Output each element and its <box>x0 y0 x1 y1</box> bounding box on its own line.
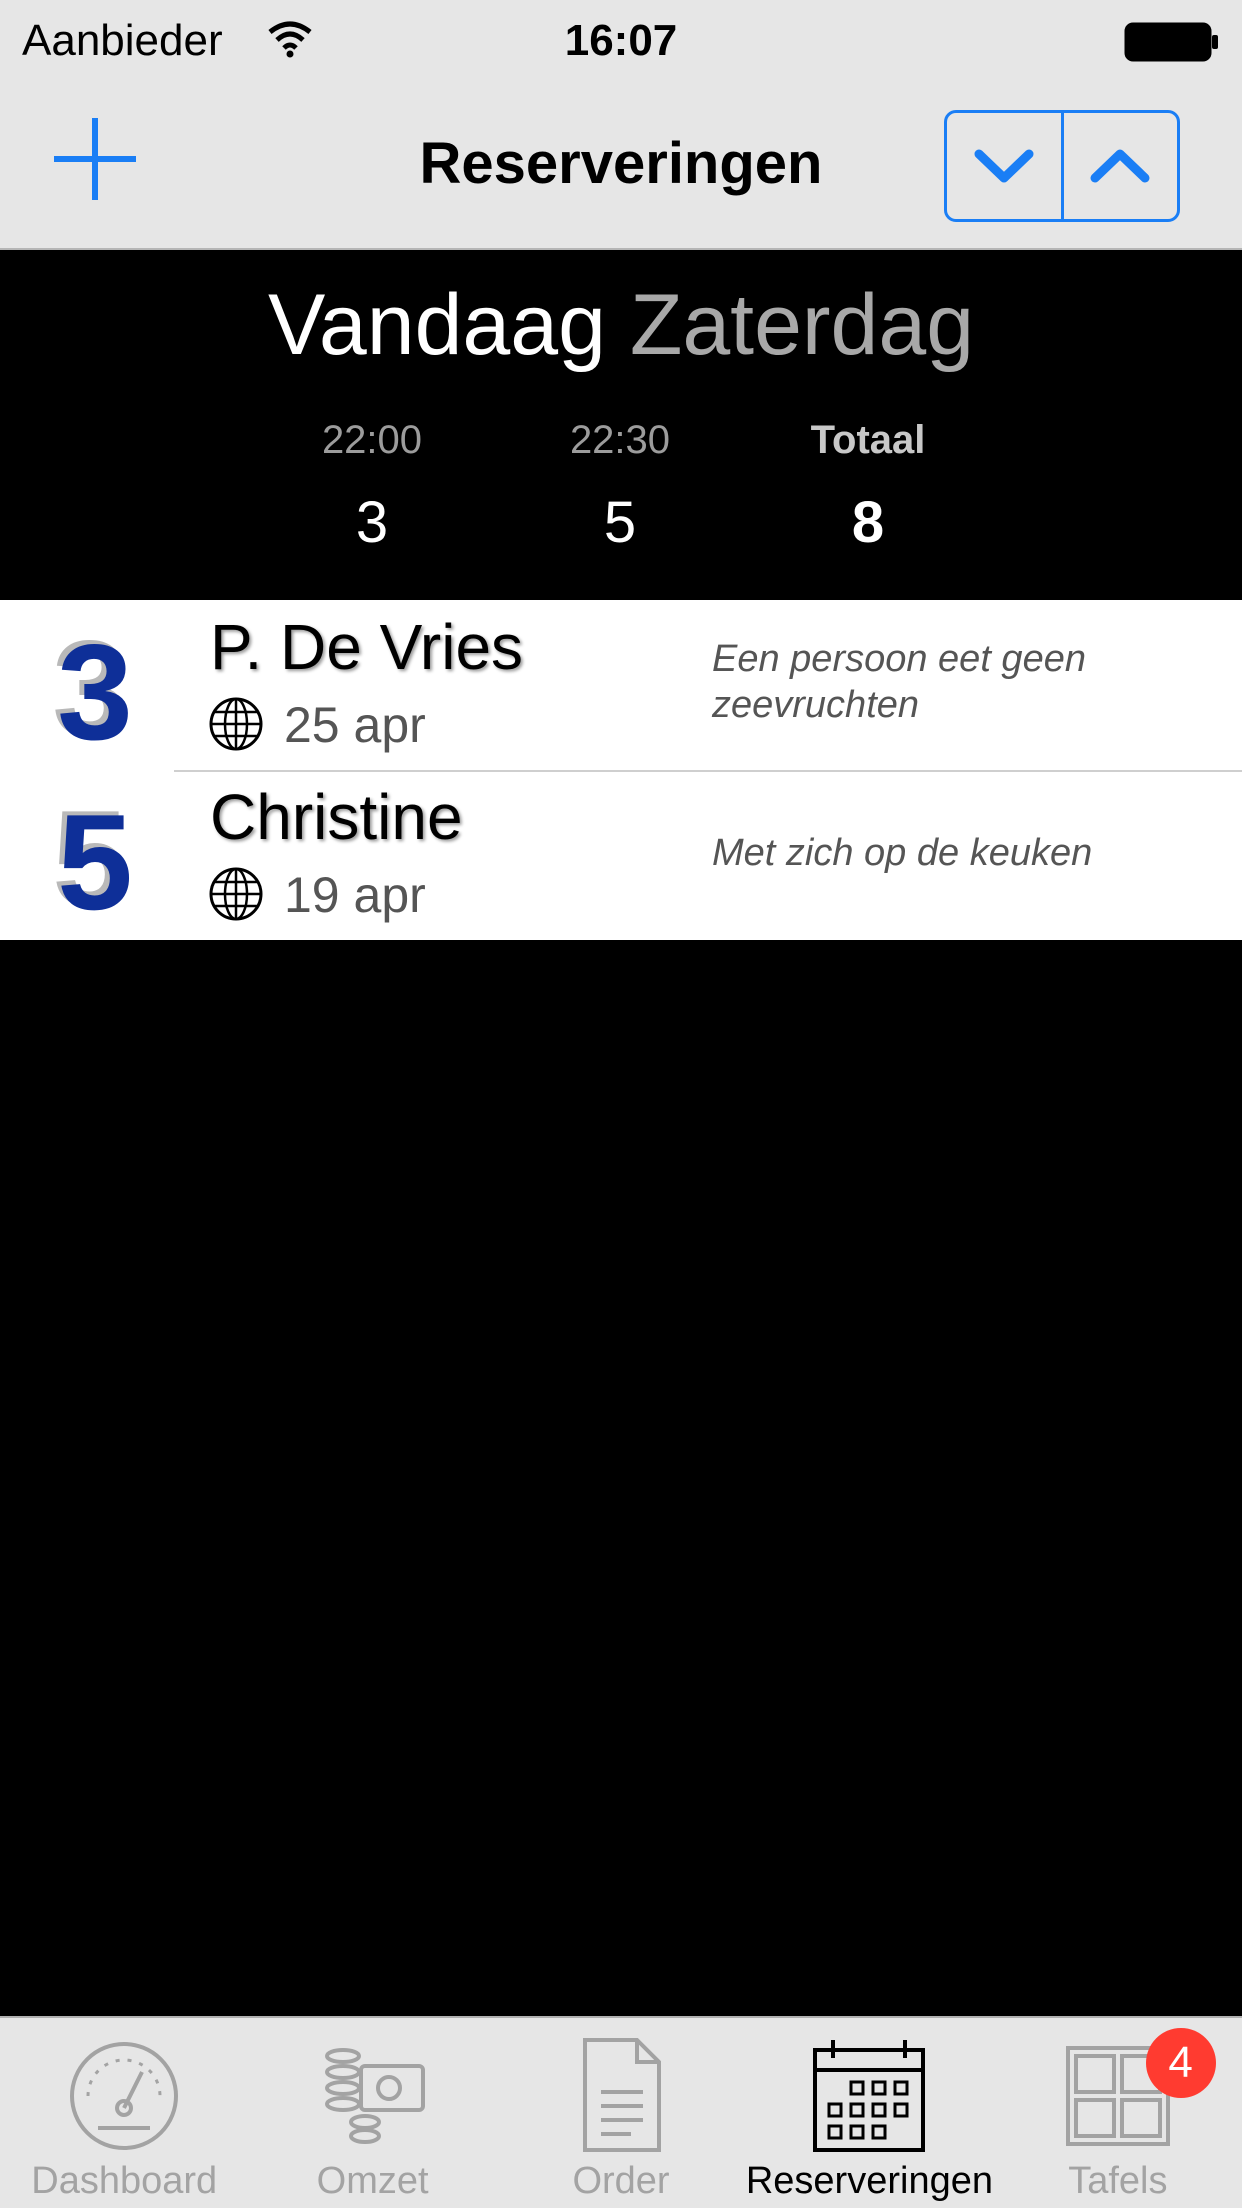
reservation-note: Een persoon eet geen zeevruchten <box>712 638 1086 726</box>
chevron-up-icon <box>1090 149 1150 183</box>
document-icon <box>583 2038 662 2152</box>
tab-reserveringen[interactable]: Reserveringen <box>745 2018 993 2208</box>
slot-count: 3 <box>355 490 389 555</box>
total-count: 8 <box>851 490 885 555</box>
navigation-bar: Reserveringen <box>0 84 1242 250</box>
guest-name: Christine <box>210 781 463 853</box>
tab-omzet[interactable]: Omzet <box>248 2018 496 2208</box>
tab-tafels[interactable]: 4 Tafels <box>994 2018 1242 2208</box>
reservation-list: 3 P. De Vries 25 apr Een persoon eet gee… <box>0 600 1242 940</box>
total-label: Totaal <box>810 418 926 462</box>
battery-icon <box>1124 22 1218 62</box>
screen: Aanbieder 16:07 Reserveringen Vandaag Za… <box>0 0 1242 2208</box>
next-day-button[interactable] <box>947 113 1061 219</box>
today-label: Vandaag <box>267 277 606 373</box>
day-summary: Vandaag Zaterdag 22:00 3 22:30 5 Totaal … <box>0 250 1242 600</box>
tab-dashboard[interactable]: Dashboard <box>0 2018 248 2208</box>
slot-time: 22:00 <box>321 418 423 462</box>
previous-day-button[interactable] <box>1060 113 1178 219</box>
speedometer-icon <box>70 2042 179 2150</box>
tab-label: Omzet <box>316 2160 429 2202</box>
tab-order[interactable]: Order <box>497 2018 745 2208</box>
status-bar: Aanbieder 16:07 <box>0 0 1242 84</box>
tab-label: Reserveringen <box>745 2160 993 2202</box>
chevron-down-icon <box>974 149 1034 183</box>
time-slot: 22:00 3 <box>252 418 492 556</box>
total-slot: Totaal 8 <box>748 418 988 556</box>
tab-label: Order <box>572 2160 670 2202</box>
calendar-icon <box>813 2040 926 2152</box>
date-navigation-control <box>944 110 1180 222</box>
tab-label: Tafels <box>1068 2160 1168 2202</box>
clock: 16:07 <box>564 16 678 65</box>
reservation-note: Met zich op de keuken <box>712 832 1093 874</box>
reservation-row[interactable]: 5 Christine 19 apr Met zich op de keuken <box>0 770 1242 940</box>
coins-icon <box>324 2048 425 2144</box>
tab-label: Dashboard <box>31 2160 218 2202</box>
guest-count: 5 <box>57 786 133 938</box>
guest-name: P. De Vries <box>210 611 524 683</box>
globe-icon <box>209 697 263 751</box>
tab-bar: Dashboard Omzet Order Reserveringen 4 Ta… <box>0 2016 1242 2208</box>
weekday-label: Zaterdag <box>629 277 975 373</box>
guest-count: 3 <box>57 616 133 768</box>
reservation-date: 19 apr <box>284 867 426 923</box>
slot-time: 22:30 <box>569 418 671 462</box>
slot-count: 5 <box>603 490 637 555</box>
time-slot: 22:30 5 <box>500 418 740 556</box>
globe-icon <box>209 867 263 921</box>
reservation-row[interactable]: 3 P. De Vries 25 apr Een persoon eet gee… <box>0 600 1242 770</box>
day-title: Vandaag Zaterdag <box>0 276 1242 375</box>
notification-badge: 4 <box>1145 2028 1216 2098</box>
reservation-date: 25 apr <box>284 697 426 753</box>
